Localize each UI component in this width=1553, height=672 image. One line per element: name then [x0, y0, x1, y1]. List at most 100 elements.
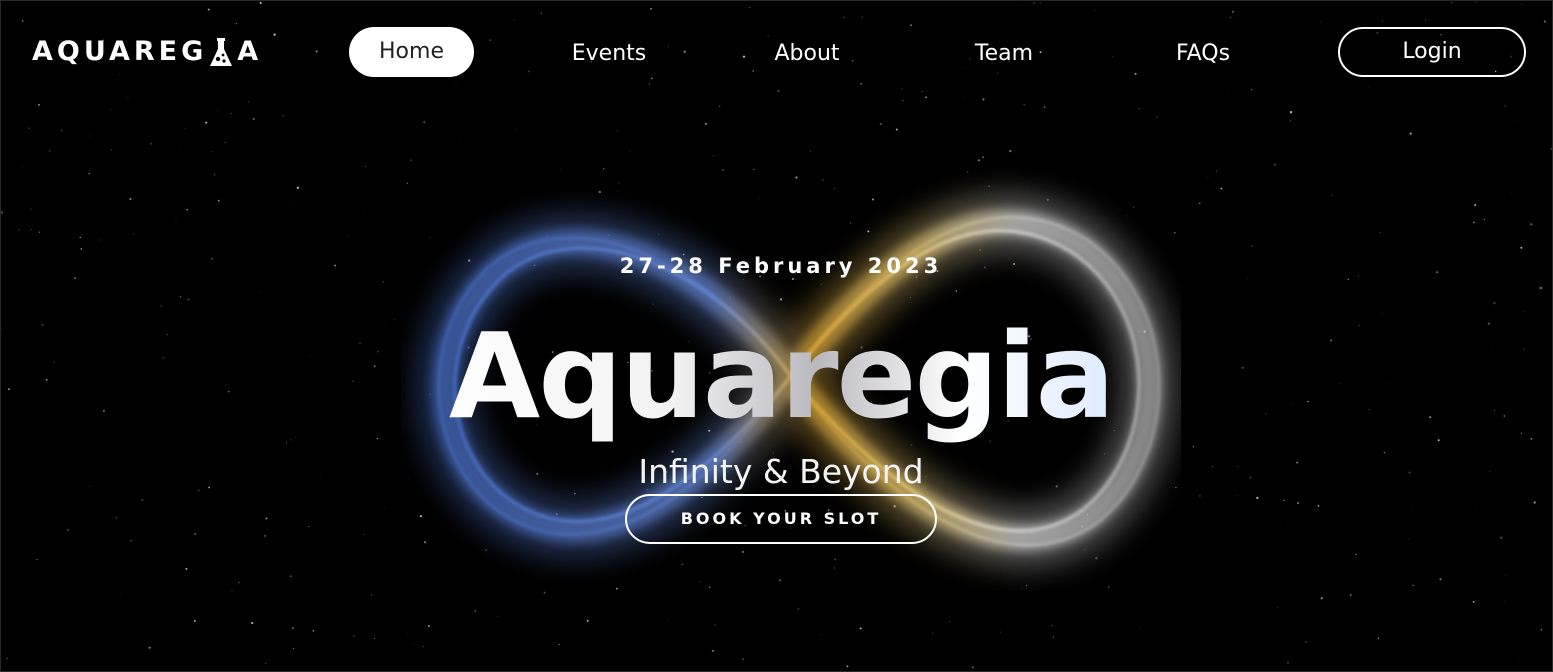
star [353, 635, 355, 637]
star [515, 129, 517, 130]
star [1510, 192, 1512, 194]
star [231, 590, 233, 592]
star [89, 485, 91, 487]
nav-team[interactable]: Team [954, 37, 1054, 71]
star [224, 141, 226, 144]
star [141, 499, 144, 502]
star [629, 150, 631, 152]
star [1, 327, 2, 330]
nav-home[interactable]: Home [349, 27, 474, 77]
star [89, 135, 91, 137]
flask-icon [208, 35, 234, 69]
star [650, 77, 653, 80]
star [133, 233, 135, 235]
star [273, 33, 276, 36]
star [251, 621, 254, 625]
brand-logo[interactable]: AQUAREG A [32, 34, 262, 70]
star [258, 292, 260, 294]
star [296, 186, 300, 189]
star [1530, 223, 1533, 226]
login-button[interactable]: Login [1338, 27, 1526, 77]
star [459, 138, 461, 140]
star [294, 436, 296, 438]
star [1487, 322, 1490, 325]
star [41, 323, 44, 326]
star [290, 575, 292, 577]
star [281, 114, 284, 117]
star [238, 581, 240, 584]
star [1503, 415, 1506, 417]
star [650, 7, 652, 10]
star [21, 165, 23, 167]
star [264, 535, 266, 537]
star [1155, 116, 1158, 119]
star [1510, 221, 1512, 223]
star [1241, 366, 1244, 369]
star [527, 70, 530, 73]
star [1043, 106, 1046, 108]
star [384, 507, 385, 509]
star [1016, 5, 1018, 7]
star [127, 97, 129, 99]
star [1550, 148, 1552, 150]
star [1412, 506, 1414, 508]
star [377, 350, 379, 353]
nav-about[interactable]: About [757, 37, 857, 71]
star [1540, 629, 1543, 631]
star [347, 235, 349, 237]
star [334, 264, 337, 267]
star [1389, 382, 1390, 384]
star [1539, 286, 1542, 290]
star [48, 149, 51, 153]
star [879, 123, 882, 126]
star [423, 121, 426, 124]
star [308, 526, 310, 528]
star [363, 533, 365, 535]
star [352, 380, 354, 382]
star [385, 325, 387, 326]
star [777, 89, 780, 92]
star [1296, 461, 1298, 464]
star [1134, 72, 1137, 75]
star [162, 356, 165, 359]
star [1358, 324, 1360, 327]
star [704, 122, 707, 125]
star [1273, 163, 1276, 166]
star [1256, 496, 1259, 500]
star [1207, 176, 1209, 178]
star [1192, 445, 1195, 448]
star [376, 437, 379, 440]
star [207, 8, 210, 11]
star [197, 489, 200, 492]
star [1251, 245, 1253, 247]
star [558, 643, 560, 646]
book-slot-button[interactable]: BOOK YOUR SLOT [625, 494, 937, 544]
nav-faqs[interactable]: FAQs [1153, 37, 1253, 71]
star [668, 45, 670, 47]
star [1265, 413, 1267, 415]
star [370, 594, 373, 596]
star [80, 248, 83, 250]
star [311, 355, 313, 357]
star [895, 128, 898, 131]
star [1504, 105, 1507, 107]
star [1517, 661, 1519, 663]
star [718, 105, 721, 107]
star [290, 439, 292, 441]
star [962, 96, 964, 98]
star [1429, 416, 1432, 419]
star [1436, 271, 1439, 274]
star [115, 516, 118, 519]
star [1111, 56, 1113, 58]
star [1297, 502, 1300, 505]
nav-events[interactable]: Events [559, 37, 659, 71]
star [1408, 538, 1409, 540]
star [1094, 10, 1096, 12]
star [910, 24, 912, 26]
star [489, 39, 492, 42]
star [514, 19, 515, 20]
star [1140, 626, 1141, 628]
star [1220, 187, 1223, 190]
star [129, 197, 132, 201]
star [711, 649, 715, 653]
